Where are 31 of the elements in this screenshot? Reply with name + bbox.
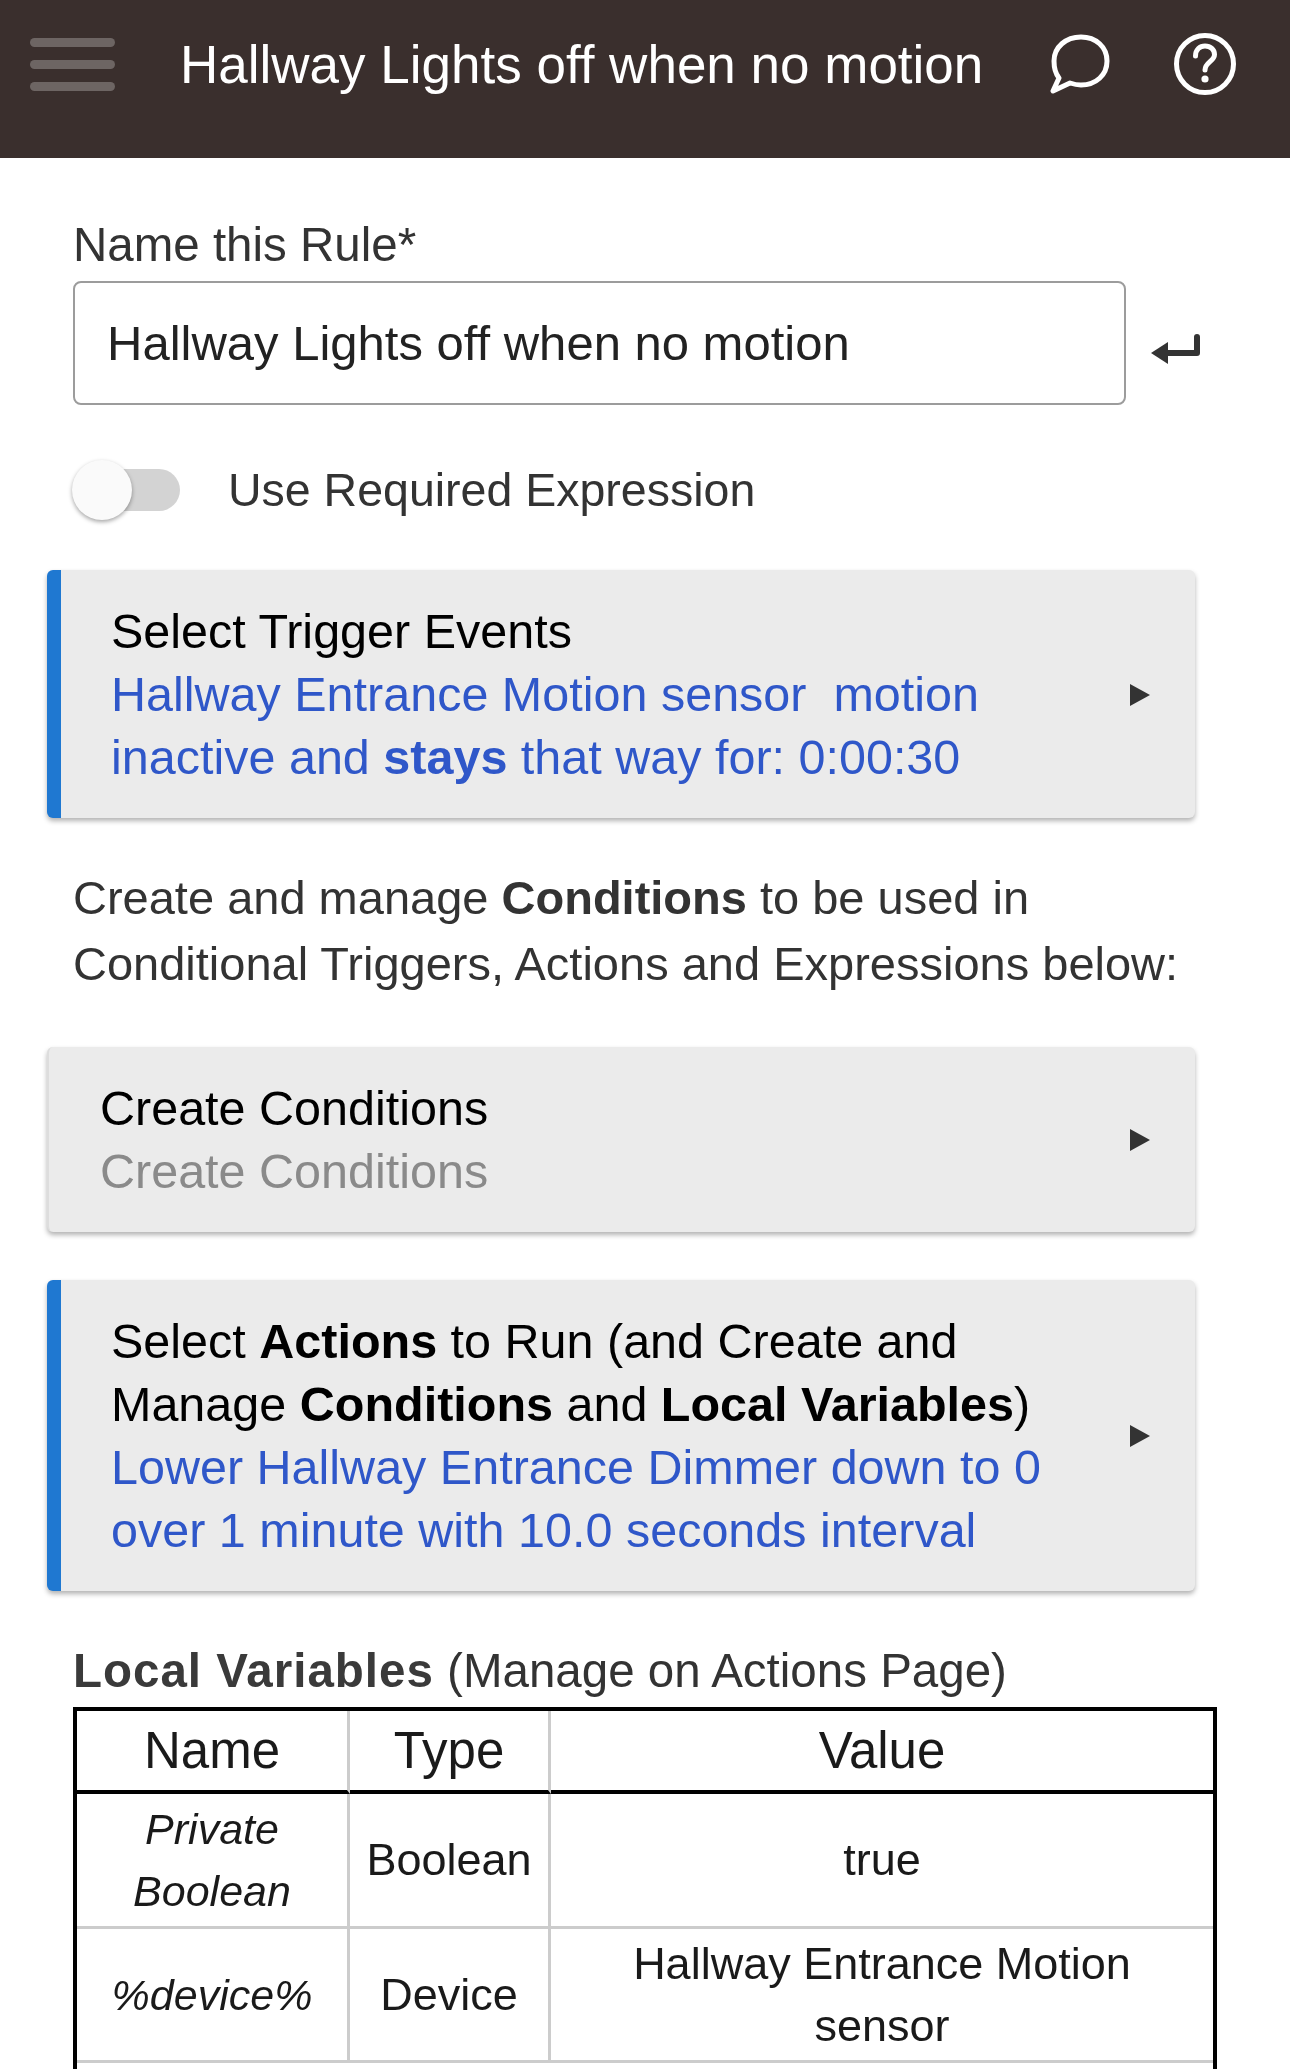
- field-label: Name this Rule*: [73, 217, 417, 273]
- section-card[interactable]: Select Actions to Run (and Create and Manage Conditions and Local Variables) Lower Hallway Entrance Dimmer down to 0 over 1 minute with 10.0 seconds interval: [47, 1280, 1195, 1591]
- card-summary: Create Conditions: [100, 1143, 490, 1200]
- table-cell: %device%: [77, 1929, 350, 2063]
- toggle-label: Use Required Expression: [228, 463, 756, 517]
- table-cell: true: [551, 1794, 1213, 1929]
- card-title: Select Actions to Run (and Create and Manage Conditions and Local Variables): [111, 1313, 1032, 1433]
- column-header: Value: [551, 1711, 1213, 1794]
- section-description: Create and manage Conditions to be used in Conditional Triggers, Actions and Expressions below:: [73, 870, 1180, 992]
- triangle-right-icon: [1130, 1425, 1150, 1447]
- rule-name-field[interactable]: Hallway Lights off when no motion: [73, 281, 1126, 405]
- table-cell: Hallway Entrance Motion sensor: [551, 1929, 1213, 2063]
- card-title: Select Trigger Events: [111, 603, 573, 660]
- table-cell: Private Boolean: [77, 1794, 350, 1929]
- app-bar-title: Hallway Lights off when no motion: [180, 33, 985, 95]
- card-summary: Hallway Entrance Motion sensor motion inactive and stays that way for: 0:00:30: [111, 666, 980, 786]
- chat-bubble-icon[interactable]: [1050, 34, 1110, 94]
- section-card[interactable]: Select Trigger Events Hallway Entrance Motion sensor motion inactive and stays that way for: 0:00:30: [47, 570, 1195, 818]
- column-header: Name: [77, 1711, 350, 1794]
- help-icon[interactable]: [1173, 32, 1237, 96]
- return-icon[interactable]: [1151, 334, 1201, 366]
- table-cell: Device: [350, 1929, 551, 2063]
- table-cell: Boolean: [350, 1794, 551, 1929]
- triangle-right-icon: [1130, 683, 1150, 706]
- card-summary: Lower Hallway Entrance Dimmer down to 0 over 1 minute with 10.0 seconds interval: [111, 1439, 1042, 1559]
- card-title: Create Conditions: [100, 1080, 490, 1137]
- toggle-switch[interactable]: [72, 460, 180, 520]
- triangle-right-icon: [1130, 1129, 1150, 1151]
- section-card[interactable]: Create Conditions Create Conditions: [47, 1047, 1195, 1232]
- column-header: Type: [350, 1711, 551, 1794]
- section-heading: Local Variables (Manage on Actions Page): [73, 1643, 1008, 1699]
